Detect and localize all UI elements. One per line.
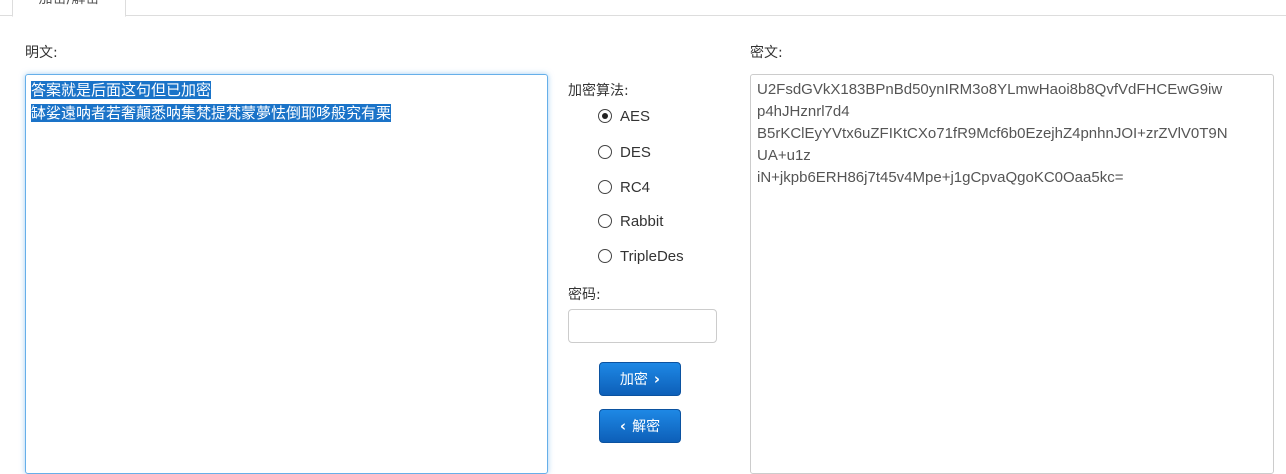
radio-label-aes: AES	[620, 107, 651, 125]
radio-button-icon[interactable]	[598, 109, 612, 123]
encrypt-button[interactable]: 加密 ›	[599, 362, 681, 396]
radio-label-rc4: RC4	[620, 178, 651, 196]
ciphertext-textarea[interactable]: U2FsdGVkX183BPnBd50ynIRM3o8YLmwHaoi8b8Qv…	[750, 74, 1274, 474]
algorithm-label: 加密算法:	[568, 83, 629, 99]
radio-tripledes[interactable]: TripleDes	[598, 246, 684, 266]
radio-button-icon[interactable]	[598, 145, 612, 159]
password-input[interactable]	[568, 309, 717, 343]
radio-aes[interactable]: AES	[598, 106, 650, 126]
radio-rabbit[interactable]: Rabbit	[598, 211, 663, 231]
plaintext-textarea[interactable]: 答案就是后面这句但已加密 缽娑遠呐者若奢顛悉呐集梵提梵蒙夢怯倒耶哆般究有栗	[25, 74, 548, 474]
decrypt-button-label: 解密	[632, 419, 661, 435]
radio-des[interactable]: DES	[598, 142, 651, 162]
radio-rc4[interactable]: RC4	[598, 177, 650, 197]
cipher-line: U2FsdGVkX183BPnBd50ynIRM3o8YLmwHaoi8b8Qv…	[757, 81, 1223, 98]
plaintext-line-2: 缽娑遠呐者若奢顛悉呐集梵提梵蒙夢怯倒耶哆般究有栗	[31, 104, 392, 122]
tab-encrypt-decrypt[interactable]: 加密/解密	[12, 0, 126, 17]
cipher-line: p4hJHznrl7d4	[757, 103, 850, 120]
tab-bar: 加密/解密	[0, 0, 1286, 17]
radio-button-icon[interactable]	[598, 180, 612, 194]
radio-button-icon[interactable]	[598, 214, 612, 228]
chevron-left-icon: ‹	[619, 417, 627, 435]
encrypt-button-label: 加密	[619, 372, 648, 388]
radio-label-rabbit: Rabbit	[620, 212, 664, 230]
chevron-right-icon: ›	[653, 370, 661, 388]
cipher-line: B5rKClEyYVtx6uZFIKtCXo71fR9Mcf6b0EzejhZ4…	[757, 125, 1228, 142]
decrypt-button[interactable]: ‹ 解密	[599, 409, 681, 443]
plaintext-line-1: 答案就是后面这句但已加密	[31, 81, 212, 99]
radio-label-tripledes: TripleDes	[620, 247, 684, 265]
cipher-line: iN+jkpb6ERH86j7t45v4Mpe+j1gCpvaQgoKC0Oaa…	[757, 169, 1124, 186]
password-label: 密码:	[568, 287, 601, 303]
plaintext-label: 明文:	[25, 45, 58, 61]
cipher-line: UA+u1z	[757, 147, 811, 164]
ciphertext-label: 密文:	[750, 45, 783, 61]
radio-button-icon[interactable]	[598, 249, 612, 263]
radio-label-des: DES	[620, 143, 651, 161]
